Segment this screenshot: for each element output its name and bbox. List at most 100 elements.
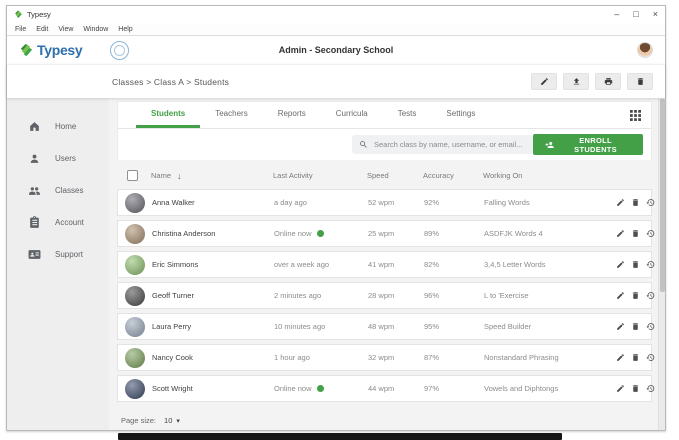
edit-button[interactable] xyxy=(531,73,557,90)
student-name: Nancy Cook xyxy=(152,353,274,362)
edit-row-icon[interactable] xyxy=(616,322,625,331)
enroll-students-button[interactable]: ENROLL STUDENTS xyxy=(533,134,643,155)
table-row[interactable]: Scott Wright Online now 44 wpm 97% Vowel… xyxy=(117,375,652,402)
delete-row-icon[interactable] xyxy=(631,384,640,393)
sidebar-item-support[interactable]: Support xyxy=(7,238,109,270)
edit-row-icon[interactable] xyxy=(616,291,625,300)
delete-row-icon[interactable] xyxy=(631,322,640,331)
search-box[interactable] xyxy=(352,135,533,154)
menu-view[interactable]: View xyxy=(58,26,73,33)
sidebar: Home Users Classes Account Support xyxy=(7,98,109,430)
card-header: Students Teachers Reports Curricula Test… xyxy=(117,101,652,160)
history-icon[interactable] xyxy=(646,291,655,300)
scrollbar-thumb[interactable] xyxy=(660,99,665,292)
vertical-scrollbar[interactable] xyxy=(658,98,665,430)
student-name: Christina Anderson xyxy=(152,229,274,238)
clipboard-icon xyxy=(28,216,41,229)
table-row[interactable]: Eric Simmons over a week ago 41 wpm 82% … xyxy=(117,251,652,278)
delete-row-icon[interactable] xyxy=(631,229,640,238)
app-header: Typesy Admin - Secondary School xyxy=(7,36,665,64)
sidebar-item-account[interactable]: Account xyxy=(7,206,109,238)
history-icon[interactable] xyxy=(646,384,655,393)
history-icon[interactable] xyxy=(646,353,655,362)
table-row[interactable]: Anna Walker a day ago 52 wpm 92% Falling… xyxy=(117,189,652,216)
tab-curricula[interactable]: Curricula xyxy=(321,102,383,128)
student-avatar xyxy=(125,379,145,399)
speed-cell: 41 wpm xyxy=(368,260,424,269)
close-button[interactable]: × xyxy=(653,10,658,19)
edit-row-icon[interactable] xyxy=(616,260,625,269)
speed-cell: 48 wpm xyxy=(368,322,424,331)
speed-cell: 32 wpm xyxy=(368,353,424,362)
sidebar-item-label: Support xyxy=(55,250,83,259)
menu-window[interactable]: Window xyxy=(83,26,108,33)
delete-row-icon[interactable] xyxy=(631,353,640,362)
student-avatar xyxy=(125,286,145,306)
upload-icon xyxy=(572,77,581,86)
user-avatar[interactable] xyxy=(637,42,653,58)
edit-row-icon[interactable] xyxy=(616,353,625,362)
upload-button[interactable] xyxy=(563,73,589,90)
table-row[interactable]: Laura Perry 10 minutes ago 48 wpm 95% Sp… xyxy=(117,313,652,340)
print-button[interactable] xyxy=(595,73,621,90)
sidebar-item-label: Users xyxy=(55,154,76,163)
column-speed: Speed xyxy=(367,171,423,180)
accuracy-cell: 95% xyxy=(424,322,484,331)
tab-teachers[interactable]: Teachers xyxy=(200,102,262,128)
sidebar-item-classes[interactable]: Classes xyxy=(7,174,109,206)
tab-students[interactable]: Students xyxy=(136,102,200,128)
tab-reports[interactable]: Reports xyxy=(263,102,321,128)
column-working-on: Working On xyxy=(483,171,615,180)
student-name: Eric Simmons xyxy=(152,260,274,269)
brand-name: Typesy xyxy=(37,42,82,58)
sidebar-item-users[interactable]: Users xyxy=(7,142,109,174)
accuracy-cell: 92% xyxy=(424,198,484,207)
speed-cell: 28 wpm xyxy=(368,291,424,300)
minimize-button[interactable]: – xyxy=(614,10,619,19)
history-icon[interactable] xyxy=(646,198,655,207)
sidebar-item-home[interactable]: Home xyxy=(7,110,109,142)
history-icon[interactable] xyxy=(646,260,655,269)
maximize-button[interactable]: □ xyxy=(633,10,638,19)
delete-row-icon[interactable] xyxy=(631,260,640,269)
delete-row-icon[interactable] xyxy=(631,291,640,300)
titlebar: Typesy – □ × xyxy=(7,6,665,23)
column-accuracy: Accuracy xyxy=(423,171,483,180)
table-header: Name ↓ Last Activity Speed Accuracy Work… xyxy=(117,162,652,189)
tab-settings[interactable]: Settings xyxy=(431,102,490,128)
page-size-select[interactable]: 10 ▾ xyxy=(164,416,180,425)
row-actions xyxy=(616,291,664,300)
history-icon[interactable] xyxy=(646,322,655,331)
sort-descending-icon[interactable]: ↓ xyxy=(177,171,182,181)
edit-row-icon[interactable] xyxy=(616,198,625,207)
student-name: Geoff Turner xyxy=(152,291,274,300)
student-name: Scott Wright xyxy=(152,384,274,393)
student-name: Laura Perry xyxy=(152,322,274,331)
grid-view-button[interactable] xyxy=(630,102,641,128)
table-row[interactable]: Christina Anderson Online now 25 wpm 89%… xyxy=(117,220,652,247)
home-icon xyxy=(28,120,41,133)
page-title: Admin - Secondary School xyxy=(7,45,665,55)
accuracy-cell: 97% xyxy=(424,384,484,393)
edit-row-icon[interactable] xyxy=(616,229,625,238)
delete-row-icon[interactable] xyxy=(631,198,640,207)
search-icon xyxy=(359,140,368,149)
sidebar-item-label: Home xyxy=(55,122,76,131)
search-input[interactable] xyxy=(374,140,526,149)
working-on-cell: ASDFJK Words 4 xyxy=(484,229,616,238)
delete-button[interactable] xyxy=(627,73,653,90)
table-row[interactable]: Nancy Cook 1 hour ago 32 wpm 87% Nonstan… xyxy=(117,344,652,371)
history-icon[interactable] xyxy=(646,229,655,238)
select-all-checkbox[interactable] xyxy=(127,170,138,181)
tab-tests[interactable]: Tests xyxy=(383,102,432,128)
table-row[interactable]: Geoff Turner 2 minutes ago 28 wpm 96% L … xyxy=(117,282,652,309)
window-controls: – □ × xyxy=(614,10,658,19)
page-size-value: 10 xyxy=(164,416,172,425)
menu-edit[interactable]: Edit xyxy=(36,26,48,33)
menu-file[interactable]: File xyxy=(15,26,26,33)
tab-bar: Students Teachers Reports Curricula Test… xyxy=(118,102,651,129)
trash-icon xyxy=(636,77,645,86)
breadcrumb-bar: Classes > Class A > Students xyxy=(7,64,665,98)
edit-row-icon[interactable] xyxy=(616,384,625,393)
menu-help[interactable]: Help xyxy=(118,26,132,33)
